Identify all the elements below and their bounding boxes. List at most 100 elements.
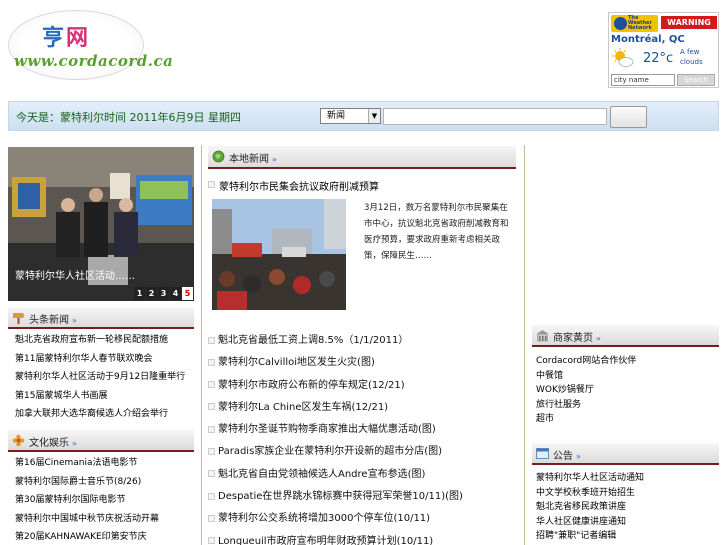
list-item[interactable]: 魁北克省移民政策讲座 xyxy=(536,499,718,514)
list-item[interactable]: WOK炒锅餐厅 xyxy=(536,382,716,397)
logo-chinese-text: 亨网 xyxy=(42,25,91,51)
list-item[interactable]: Cordacord网站合作伙伴 xyxy=(536,353,716,368)
window-icon xyxy=(536,448,549,459)
featured-article-summary: 3月12日，数万名蒙特利尔市民聚集在市中心，抗议魁北克省政府削减教育和医疗预算，… xyxy=(364,203,509,261)
protest-crowd-image xyxy=(212,199,346,310)
logo-url: www.cordacord.ca xyxy=(14,52,174,70)
bullet-icon xyxy=(208,425,215,433)
news-item[interactable]: 蒙特利尔圣诞节购物季商家推出大幅优惠活动(图) xyxy=(208,420,520,442)
weather-widget: The Weather Network WARNING Montréal, QC… xyxy=(608,12,719,88)
slideshow-page-3[interactable]: 3 xyxy=(158,287,169,300)
weather-city-input[interactable]: city name xyxy=(611,74,675,86)
featured-article-title[interactable]: 蒙特利尔市民集会抗议政府削减预算 xyxy=(219,178,379,193)
search-button[interactable] xyxy=(610,106,647,128)
slideshow-page-4[interactable]: 4 xyxy=(170,287,181,300)
section-title: 头条新闻 xyxy=(29,315,69,326)
list-item[interactable]: 中文学校秋季班开始招生 xyxy=(536,485,718,500)
weather-city: Montréal, QC xyxy=(611,34,685,45)
list-item[interactable]: 加拿大联邦大选华裔候选人介绍会举行 xyxy=(15,406,195,425)
list-item[interactable]: 超市 xyxy=(536,411,716,426)
list-item[interactable]: 蒙特利尔华人社区活动于9月12日隆重举行 xyxy=(15,369,195,388)
more-arrow-icon: » xyxy=(72,316,77,325)
globe-icon xyxy=(212,150,225,163)
section-title: 公告 xyxy=(553,451,573,462)
news-item[interactable]: 蒙特利尔La Chine区发生车祸(12/21) xyxy=(208,398,520,420)
headlines-list: 魁北克省政府宣布新一轮移民配额措施 第11届蒙特利尔华人春节联欢晚会 蒙特利尔华… xyxy=(15,332,195,425)
list-item[interactable]: 魁北克省政府宣布新一轮移民配额措施 xyxy=(15,332,195,351)
news-item[interactable]: 蒙特利尔公交系统将增加3000个停车位(10/11) xyxy=(208,509,520,531)
notices-list: 蒙特利尔华人社区活动通知 中文学校秋季班开始招生 魁北克省移民政策讲座 华人社区… xyxy=(536,470,718,543)
list-item[interactable]: 招聘"兼职"记者编辑 xyxy=(536,528,718,543)
slideshow-pager: 1 2 3 4 5 xyxy=(133,287,193,300)
building-icon xyxy=(536,330,549,342)
current-date: 今天是：蒙特利尔时间 2011年6月9日 星期四 xyxy=(16,111,241,124)
weather-warning-badge[interactable]: WARNING xyxy=(661,16,717,29)
weather-network-logo[interactable]: The Weather Network xyxy=(611,15,658,32)
section-header-culture: 文化娱乐» xyxy=(8,430,194,452)
bullet-icon xyxy=(208,336,215,344)
weather-temperature: 22°c xyxy=(643,51,674,66)
more-arrow-icon: » xyxy=(72,439,77,448)
weather-brand-text: The Weather Network xyxy=(628,15,652,31)
section-header-directory: 商家黄页» xyxy=(532,325,719,347)
signpost-icon xyxy=(13,313,25,324)
bullet-icon xyxy=(208,447,215,455)
more-arrow-icon: » xyxy=(576,452,581,461)
slideshow-photo[interactable]: 蒙特利尔华人社区活动…… 1 2 3 4 5 xyxy=(8,147,194,301)
weather-network-icon xyxy=(614,17,627,30)
weather-search-button[interactable]: Search xyxy=(677,74,715,86)
column-divider xyxy=(201,145,202,545)
section-title: 商家黄页 xyxy=(553,333,593,344)
news-item[interactable]: 魁北克省最低工资上调8.5%（1/1/2011） xyxy=(208,331,520,353)
site-search-input[interactable] xyxy=(383,108,607,125)
featured-article-photo[interactable] xyxy=(212,199,346,310)
bullet-icon xyxy=(208,381,215,389)
section-title: 文化娱乐 xyxy=(29,438,69,449)
list-item[interactable]: 中餐馆 xyxy=(536,368,716,383)
list-item[interactable]: 第16届Cinemania法语电影节 xyxy=(15,455,195,474)
slideshow-page-5[interactable]: 5 xyxy=(182,287,193,300)
section-header-notices: 公告» xyxy=(532,443,719,465)
slideshow-page-2[interactable]: 2 xyxy=(146,287,157,300)
list-item[interactable]: 旅行社服务 xyxy=(536,397,716,412)
list-item[interactable]: 第20届KAHNAWAKE印第安节庆 xyxy=(15,529,195,545)
directory-list: Cordacord网站合作伙伴 中餐馆 WOK炒锅餐厅 旅行社服务 超市 xyxy=(536,353,716,426)
news-item[interactable]: 蒙特利尔市政府公布新的停车规定(12/21) xyxy=(208,376,520,398)
column-divider xyxy=(524,145,525,545)
weather-condition: A few clouds xyxy=(680,48,703,66)
section-header-local-news: 本地新闻» xyxy=(208,146,516,169)
bullet-icon xyxy=(208,358,215,366)
list-item[interactable]: 第30届蒙特利尔国际电影节 xyxy=(15,492,195,511)
section-header-headlines: 头条新闻» xyxy=(8,307,194,329)
slideshow-caption[interactable]: 蒙特利尔华人社区活动…… xyxy=(15,267,135,282)
sun-cloud-icon xyxy=(612,48,634,67)
chevron-down-icon[interactable]: ▼ xyxy=(368,109,380,123)
site-logo[interactable]: 亨网 www.cordacord.ca xyxy=(8,10,173,80)
bullet-icon xyxy=(208,514,215,522)
bullet-icon xyxy=(208,492,215,500)
bullet-icon xyxy=(208,403,215,411)
news-item[interactable]: Paradis家族企业在蒙特利尔开设新的超市分店(图) xyxy=(208,442,520,464)
more-arrow-icon: » xyxy=(596,334,601,343)
list-item[interactable]: 华人社区健康讲座通知 xyxy=(536,514,718,529)
news-item[interactable]: 魁北克省自由党领袖候选人Andre宣布参选(图) xyxy=(208,465,520,487)
news-item[interactable]: Longueuil市政府宣布明年财政预算计划(10/11) xyxy=(208,532,520,545)
list-item[interactable]: 蒙特利尔中国城中秋节庆祝活动开幕 xyxy=(15,511,195,530)
more-arrow-icon: » xyxy=(272,155,277,164)
culture-list: 第16届Cinemania法语电影节 蒙特利尔国际爵士音乐节(8/26) 第30… xyxy=(15,455,195,545)
list-item[interactable]: 第15届蒙城华人书画展 xyxy=(15,388,195,407)
list-item[interactable]: 第11届蒙特利尔华人春节联欢晚会 xyxy=(15,351,195,370)
list-item[interactable]: 蒙特利尔华人社区活动通知 xyxy=(536,470,718,485)
news-item[interactable]: 蒙特利尔Calvilloi地区发生火灾(图) xyxy=(208,353,520,375)
bullet-icon xyxy=(208,470,215,478)
top-nav-bar: 今天是：蒙特利尔时间 2011年6月9日 星期四 新闻 ▼ xyxy=(8,101,719,131)
slideshow-page-1[interactable]: 1 xyxy=(134,287,145,300)
list-item[interactable]: 蒙特利尔国际爵士音乐节(8/26) xyxy=(15,474,195,493)
flower-icon xyxy=(12,434,25,447)
news-item[interactable]: Despatie在世界跳水锦标赛中获得冠军荣誉10/11)(图) xyxy=(208,487,520,509)
bullet-icon xyxy=(208,181,215,188)
search-category-select[interactable]: 新闻 ▼ xyxy=(320,108,381,124)
bullet-icon xyxy=(208,537,215,545)
local-news-list: 魁北克省最低工资上调8.5%（1/1/2011） 蒙特利尔Calvilloi地区… xyxy=(208,331,520,545)
section-title: 本地新闻 xyxy=(229,154,269,165)
